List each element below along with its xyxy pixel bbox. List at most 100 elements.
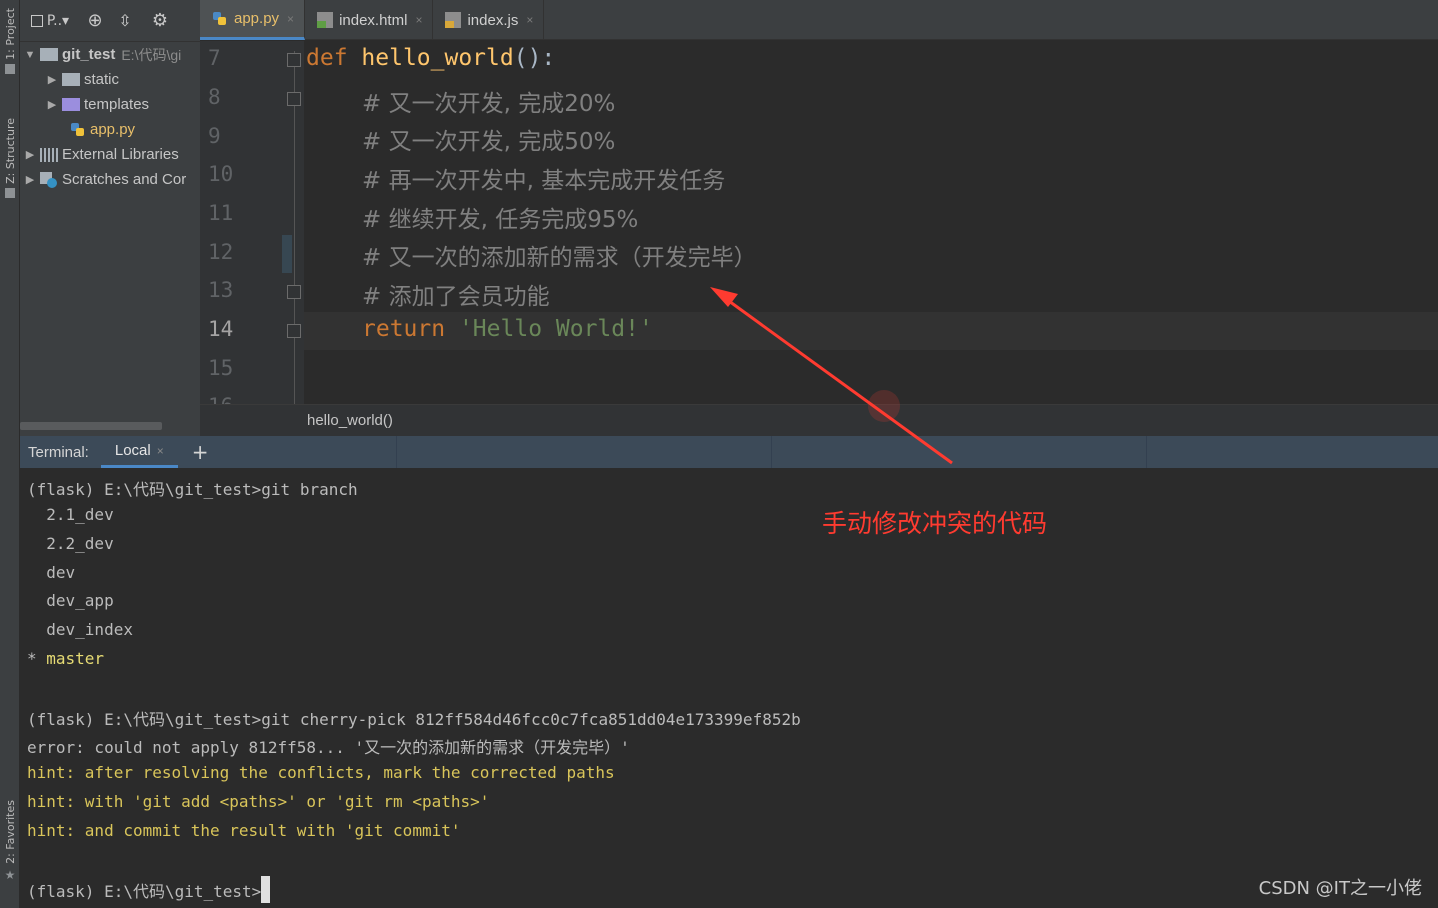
tab-label: index.js [467, 11, 519, 29]
close-icon[interactable]: × [526, 13, 533, 27]
code-comment: # 继续开发, 任务完成95% [362, 207, 639, 233]
terminal-line: 2.2_dev [27, 534, 114, 553]
code-comment: # 添加了会员功能 [362, 284, 550, 310]
branch-name: master [46, 649, 105, 668]
html-file-icon [317, 12, 334, 28]
window-icon [30, 14, 43, 27]
tab-terminal-local[interactable]: Local × [100, 436, 178, 468]
line-number: 13 [208, 278, 234, 302]
js-file-icon [445, 12, 462, 28]
terminal-line: 2.1_dev [27, 505, 114, 524]
close-icon[interactable]: × [415, 13, 422, 27]
project-tool-tab[interactable]: 1: Project [0, 8, 20, 74]
gear-icon[interactable]: ⚙ [140, 8, 180, 34]
prompt-text: (flask) E:\代码\git_test> [27, 882, 262, 901]
terminal-line: error: could not apply 812ff58... '又一次的添… [27, 738, 630, 757]
tree-item-templates[interactable]: ▶ templates [20, 92, 200, 117]
locate-icon[interactable]: ⊕ [80, 8, 110, 34]
tab-index-js[interactable]: index.js × [433, 0, 545, 40]
line-number: 7 [208, 46, 221, 70]
tree-item-app-py[interactable]: app.py [20, 117, 200, 142]
chevron-right-icon[interactable]: ▶ [44, 73, 60, 86]
project-tree: ▼ git_test E:\代码\gi ▶ static ▶ templates… [20, 42, 200, 192]
favorites-tool-tab[interactable]: 2: Favorites ★ [0, 800, 20, 882]
terminal-line: dev [27, 563, 76, 582]
code-line-def: def hello_world(): [306, 45, 555, 71]
code-comment: # 又一次开发, 完成20% [362, 91, 616, 117]
folder-icon [62, 73, 80, 86]
line-number: 15 [208, 356, 234, 380]
code-editor[interactable]: 7 8 9 10 11 12 13 14 15 16 def hello_wor… [200, 41, 1438, 404]
annotation-text: 手动修改冲突的代码 [822, 509, 1048, 538]
project-view-dropdown[interactable]: P..▾ [20, 8, 80, 34]
python-file-icon [212, 11, 228, 27]
project-toolbar: P..▾ ⊕ ⇳ ⚙ [20, 0, 200, 42]
fold-icon[interactable] [287, 324, 301, 338]
python-file-icon [70, 122, 86, 138]
tree-item-path: E:\代码\gi [121, 46, 182, 63]
project-view-dropdown-label: P..▾ [46, 12, 70, 29]
line-number: 11 [208, 201, 234, 225]
tree-item-git-test[interactable]: ▼ git_test E:\代码\gi [20, 42, 200, 67]
tab-label: Local [114, 442, 151, 459]
change-marker[interactable] [282, 235, 292, 273]
tree-item-static[interactable]: ▶ static [20, 67, 200, 92]
tree-item-label: templates [84, 96, 150, 113]
code-comment: # 再一次开发中, 基本完成开发任务 [362, 168, 726, 194]
structure-tool-tab[interactable]: Z: Structure [0, 118, 20, 198]
chevron-right-icon[interactable]: ▶ [22, 173, 38, 186]
chevron-right-icon[interactable]: ▶ [44, 98, 60, 111]
tab-index-html[interactable]: index.html × [305, 0, 434, 40]
code-comment: # 又一次的添加新的需求（开发完毕） [362, 245, 757, 271]
tab-label: index.html [339, 11, 408, 29]
left-tool-strip: 1: Project Z: Structure 2: Favorites ★ [0, 0, 20, 908]
tree-item-label: static [84, 71, 120, 88]
folder-icon [5, 63, 15, 74]
return-keyword: return [362, 316, 446, 342]
line-number: 16 [208, 394, 248, 404]
terminal-line: dev_app [27, 591, 114, 610]
fold-icon[interactable] [287, 53, 301, 67]
header-divider [771, 436, 772, 468]
tree-item-label: External Libraries [62, 146, 179, 163]
branch-marker: * [27, 649, 47, 668]
watermark: CSDN @IT之一小佬 [1258, 878, 1422, 899]
text-cursor [261, 876, 271, 903]
header-divider [396, 436, 397, 468]
close-icon[interactable]: × [157, 444, 164, 458]
terminal-output[interactable]: (flask) E:\代码\git_test>git branch 2.1_de… [20, 468, 1438, 908]
tree-item-label: app.py [90, 121, 136, 138]
tree-item-label: git_test [62, 46, 116, 63]
terminal-header: Terminal: Local × + [20, 436, 1438, 468]
tree-item-external-libraries[interactable]: ▶ External Libraries [20, 142, 200, 167]
close-icon[interactable]: × [287, 12, 294, 26]
tab-label: app.py [234, 10, 280, 27]
header-divider [1146, 436, 1147, 468]
add-icon[interactable]: + [192, 440, 209, 464]
terminal-prompt[interactable]: (flask) E:\代码\git_test> [27, 876, 271, 903]
folder-icon [62, 98, 80, 111]
tree-item-scratches[interactable]: ▶ Scratches and Cor [20, 167, 200, 192]
line-number: 12 [208, 240, 234, 264]
line-number: 10 [208, 162, 234, 186]
breadcrumb-item[interactable]: hello_world() [307, 412, 393, 429]
return-string: 'Hello World!' [458, 316, 653, 342]
project-panel: P..▾ ⊕ ⇳ ⚙ ▼ git_test E:\代码\gi ▶ static … [20, 0, 200, 436]
horizontal-scrollbar[interactable] [20, 422, 162, 430]
terminal-title: Terminal: [28, 443, 89, 461]
terminal-hint: hint: with 'git add <paths>' or 'git rm … [27, 792, 490, 811]
tab-app-py[interactable]: app.py × [200, 0, 306, 40]
fold-icon[interactable] [287, 285, 301, 299]
chevron-down-icon[interactable]: ▼ [22, 49, 38, 61]
collapse-all-icon[interactable]: ⇳ [110, 8, 140, 34]
fold-icon[interactable] [287, 92, 301, 106]
editor-tab-bar: app.py × index.html × index.js × [200, 0, 1438, 40]
breadcrumb: hello_world() [200, 404, 1438, 436]
chevron-right-icon[interactable]: ▶ [22, 148, 38, 161]
line-number: 8 [208, 85, 221, 109]
terminal-line: (flask) E:\代码\git_test>git cherry-pick 8… [27, 710, 801, 729]
line-number-current: 14 [208, 317, 234, 341]
terminal-line-current-branch: * master [27, 649, 104, 668]
folder-icon [40, 48, 58, 61]
terminal-line: (flask) E:\代码\git_test>git branch [27, 480, 358, 499]
